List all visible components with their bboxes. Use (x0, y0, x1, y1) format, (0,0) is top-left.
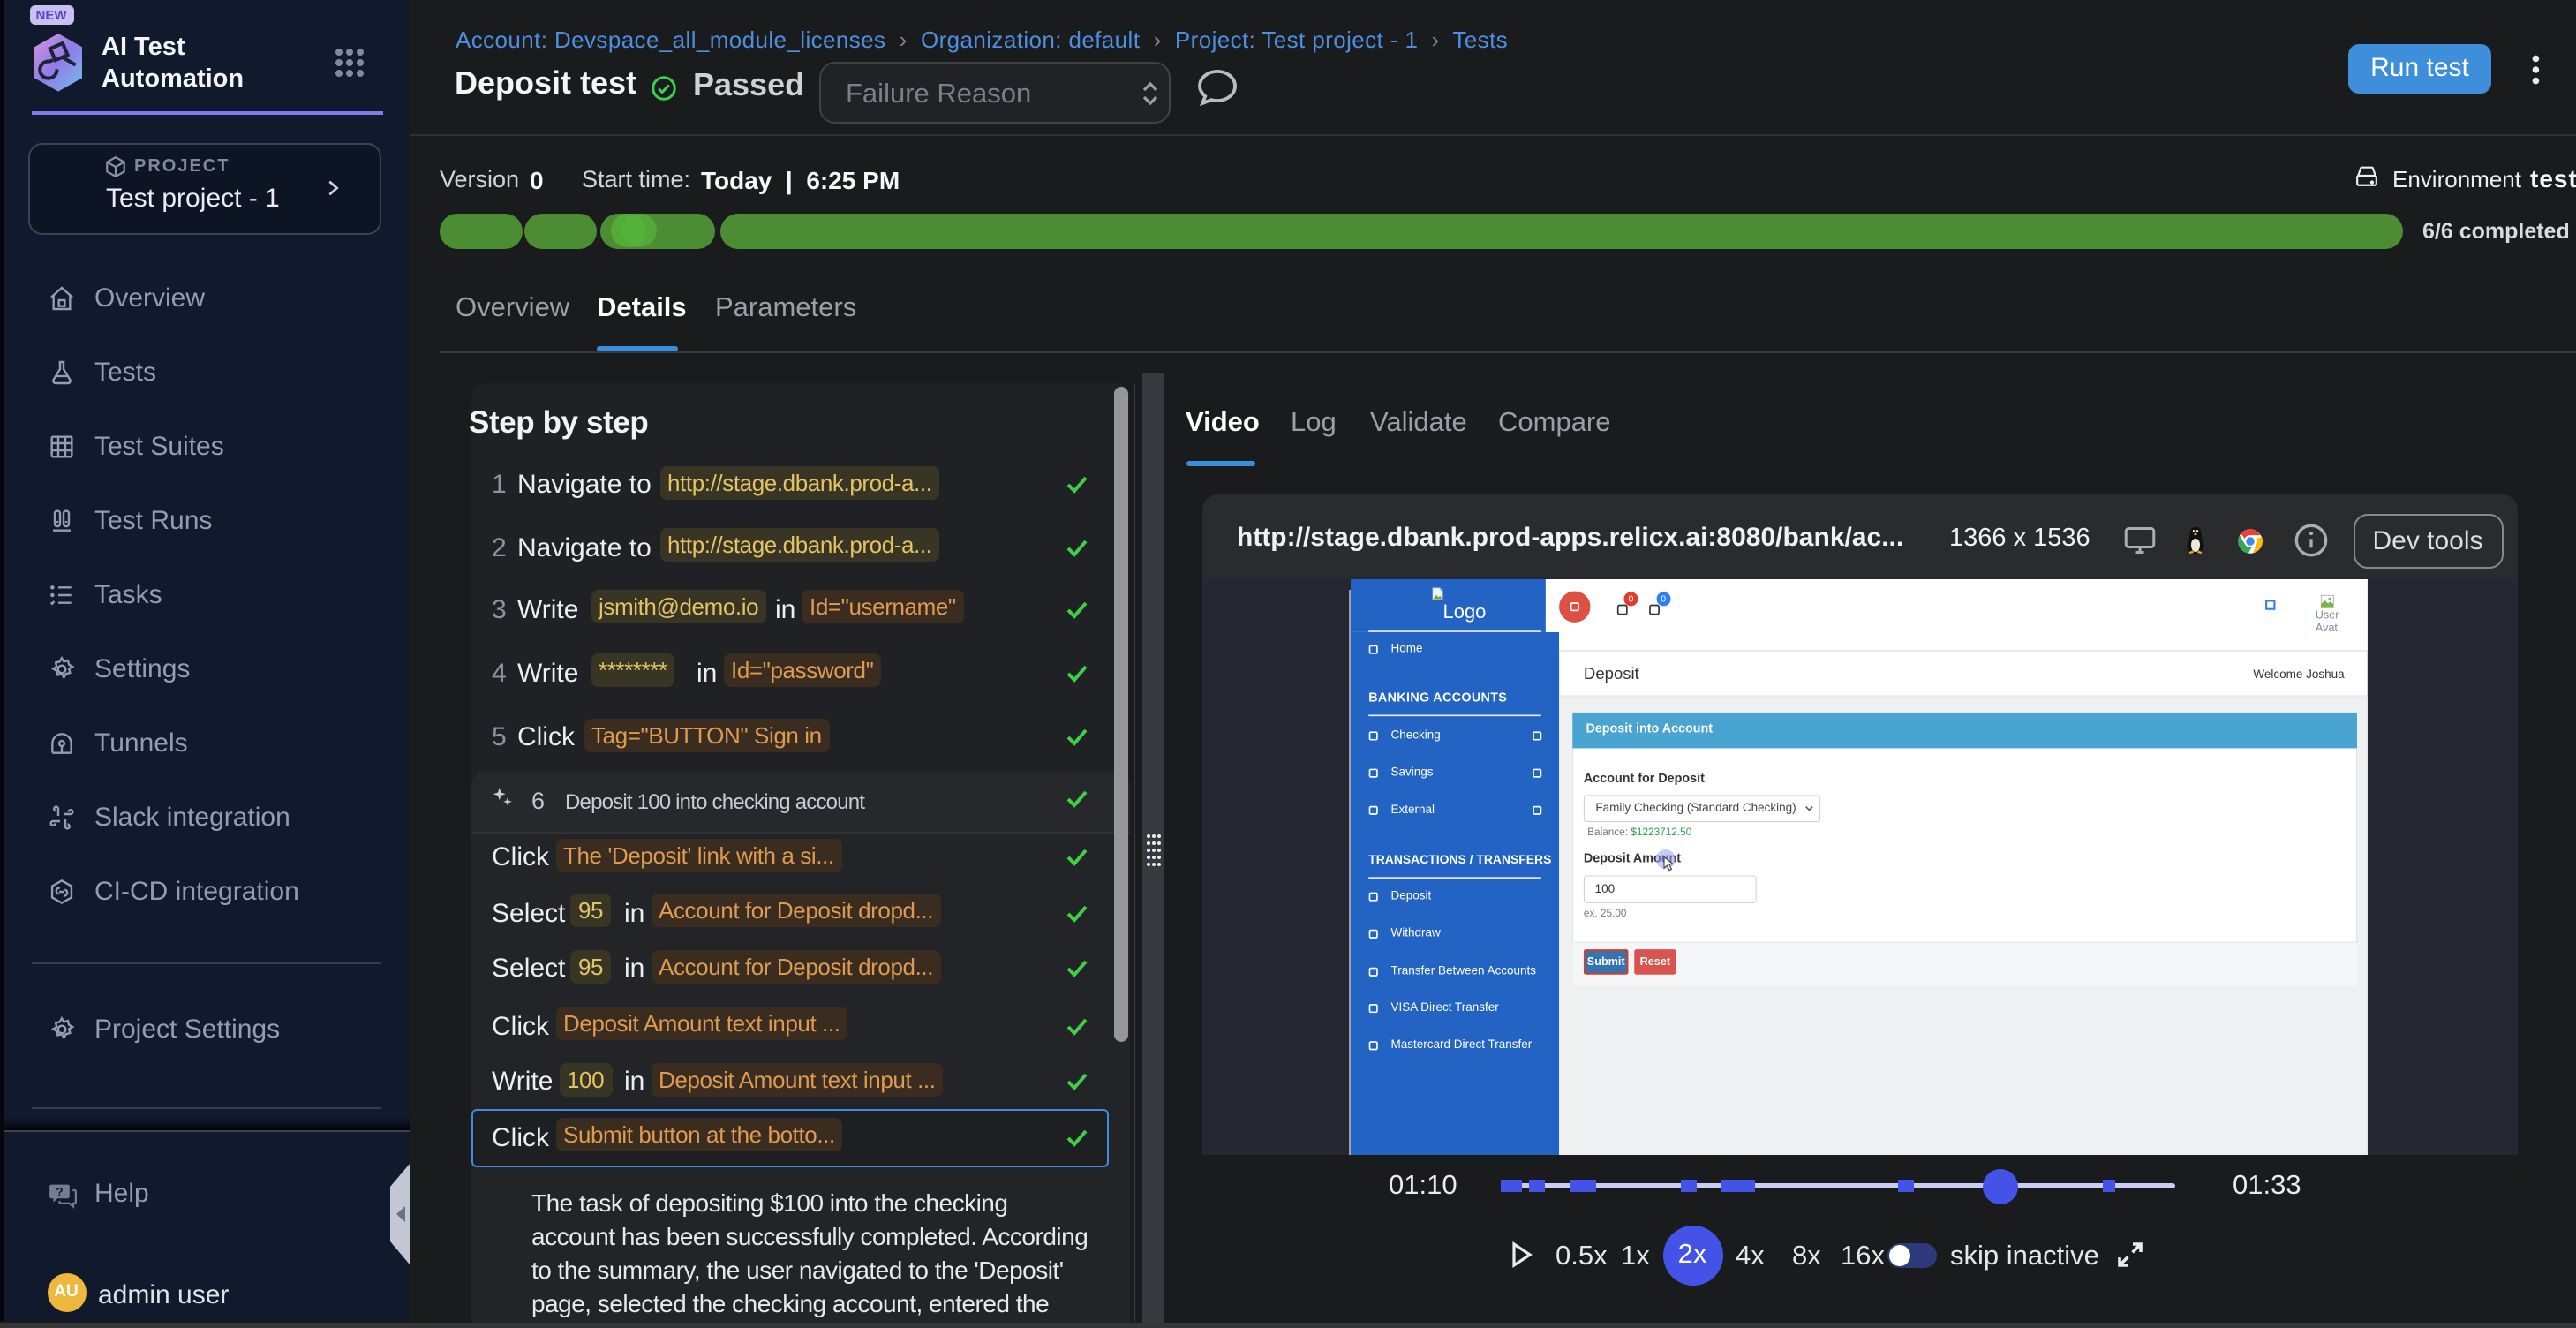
svg-text:?: ? (56, 1185, 64, 1199)
